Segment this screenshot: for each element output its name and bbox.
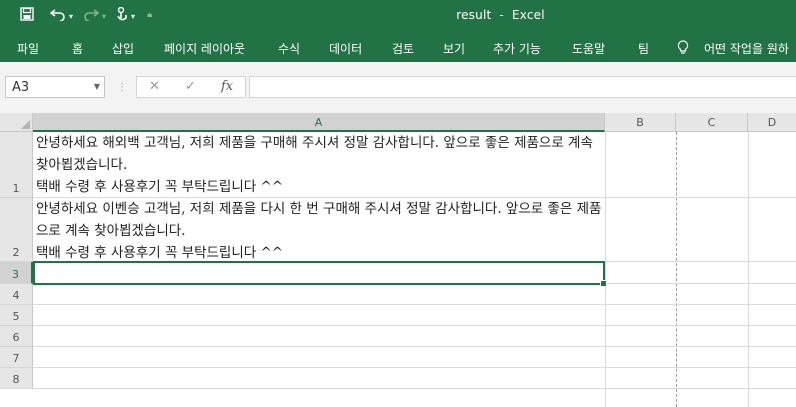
cancel-icon[interactable]: ✕ <box>149 79 160 94</box>
tab-page-layout[interactable]: 페이지 레이아웃 <box>164 40 245 57</box>
table-row <box>33 347 796 368</box>
column-header-a[interactable]: A <box>33 113 605 132</box>
tab-view[interactable]: 보기 <box>443 40 465 57</box>
row-header-3[interactable]: 3 <box>0 262 33 284</box>
active-cell-a3[interactable] <box>33 261 607 287</box>
select-all-triangle-icon <box>21 120 30 129</box>
window-title: result - Excel <box>0 8 796 22</box>
name-box[interactable]: A3 ▼ <box>5 76 105 98</box>
tab-team[interactable]: 팀 <box>638 40 649 57</box>
row-header-4[interactable]: 4 <box>0 284 33 305</box>
lightbulb-icon[interactable] <box>677 40 689 58</box>
tab-review[interactable]: 검토 <box>392 40 414 57</box>
title-separator: - <box>499 8 504 22</box>
row-header-5[interactable]: 5 <box>0 305 33 326</box>
column-header-b[interactable]: B <box>605 113 676 132</box>
insert-function-icon[interactable]: fx <box>221 79 233 94</box>
table-row <box>33 368 796 389</box>
name-box-value: A3 <box>12 80 30 95</box>
more-options-icon[interactable]: ⋮ <box>117 82 128 93</box>
tab-home[interactable]: 홈 <box>72 40 83 57</box>
row-header-8[interactable]: 8 <box>0 368 33 389</box>
select-all-button[interactable] <box>0 113 33 132</box>
app-name: Excel <box>511 8 545 22</box>
row-header-2[interactable]: 2 <box>0 198 33 262</box>
tab-insert[interactable]: 삽입 <box>112 40 134 57</box>
tab-data[interactable]: 데이터 <box>329 40 362 57</box>
worksheet-grid: A B C D 1 2 3 4 5 6 7 8 안녕하세요 해외백 고객님, 저… <box>0 113 796 407</box>
fill-handle[interactable] <box>600 280 607 287</box>
table-row <box>33 284 796 305</box>
tab-add-ins[interactable]: 추가 기능 <box>493 40 541 57</box>
table-row <box>33 326 796 347</box>
row-header-6[interactable]: 6 <box>0 326 33 347</box>
ribbon-tabs: 파일 홈 삽입 페이지 레이아웃 수식 데이터 검토 보기 추가 기능 도움말 … <box>0 32 796 62</box>
table-row <box>33 305 796 326</box>
tab-formulas[interactable]: 수식 <box>278 40 300 57</box>
column-header-c[interactable]: C <box>676 113 748 132</box>
row-header-7[interactable]: 7 <box>0 347 33 368</box>
cell-a1[interactable]: 안녕하세요 해외백 고객님, 저희 제품을 구매해 주시셔 정말 감사합니다. … <box>36 132 604 198</box>
row-header-1[interactable]: 1 <box>0 132 33 198</box>
formula-buttons: ✕ ✓ fx <box>136 76 246 98</box>
tab-file[interactable]: 파일 <box>17 40 39 57</box>
file-name: result <box>456 8 492 22</box>
column-header-d[interactable]: D <box>748 113 796 132</box>
cell-a2[interactable]: 안녕하세요 이벤승 고객님, 저희 제품을 다시 한 번 구매해 주시셔 정말 … <box>36 198 604 262</box>
chevron-down-icon[interactable]: ▼ <box>94 82 100 91</box>
formula-bar-area: A3 ▼ ⋮ ✕ ✓ fx <box>0 62 796 114</box>
enter-icon[interactable]: ✓ <box>185 79 196 94</box>
formula-input[interactable] <box>249 76 796 98</box>
title-bar: ▾ ▾ ▾ ⩧ result - Excel <box>0 0 796 32</box>
tab-help[interactable]: 도움말 <box>572 40 605 57</box>
tell-me-search[interactable]: 어떤 작업을 원하 <box>704 40 789 57</box>
